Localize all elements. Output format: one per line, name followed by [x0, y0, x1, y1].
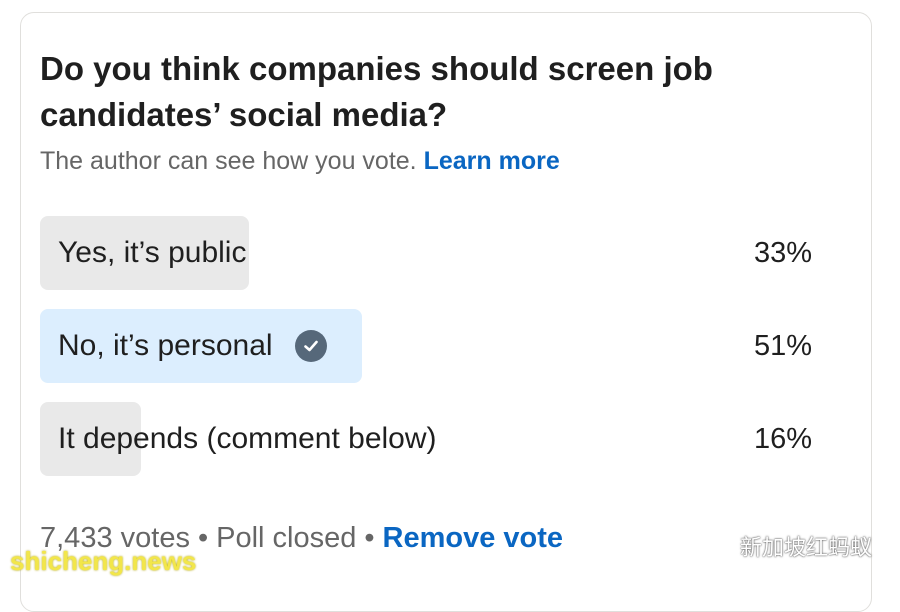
- check-circle-icon: [294, 330, 327, 362]
- account-name: 新加坡红蚂蚁: [739, 535, 872, 560]
- visibility-note: The author can see how you vote. Learn m…: [40, 144, 560, 178]
- remove-vote-button[interactable]: Remove vote: [383, 522, 564, 554]
- site-watermark: shicheng.news: [10, 546, 197, 576]
- wechat-icon: [702, 535, 732, 556]
- option-label-text: Yes, it’s public: [58, 236, 247, 269]
- option-percent: 16%: [753, 422, 812, 455]
- option-label: It depends (comment below): [58, 402, 437, 476]
- poll-option-yes[interactable]: Yes, it’s public 33%: [40, 216, 812, 290]
- separator-dot: •: [364, 522, 375, 554]
- option-label: Yes, it’s public: [58, 216, 246, 290]
- option-label: No, it’s personal: [58, 309, 327, 383]
- option-label-text: It depends (comment below): [58, 422, 437, 455]
- poll-status: Poll closed: [216, 522, 357, 554]
- option-percent: 51%: [753, 329, 812, 362]
- visibility-note-text: The author can see how you vote.: [40, 147, 417, 175]
- account-watermark: 新加坡红蚂蚁: [702, 530, 872, 562]
- poll-question: Do you think companies should screen job…: [40, 50, 713, 133]
- poll-option-depends[interactable]: It depends (comment below) 16%: [40, 402, 812, 476]
- poll-option-no[interactable]: No, it’s personal 51%: [40, 309, 812, 383]
- option-label-text: No, it’s personal: [58, 329, 273, 362]
- separator-dot: •: [197, 522, 209, 554]
- learn-more-link[interactable]: Learn more: [424, 147, 560, 175]
- option-percent: 33%: [753, 236, 812, 269]
